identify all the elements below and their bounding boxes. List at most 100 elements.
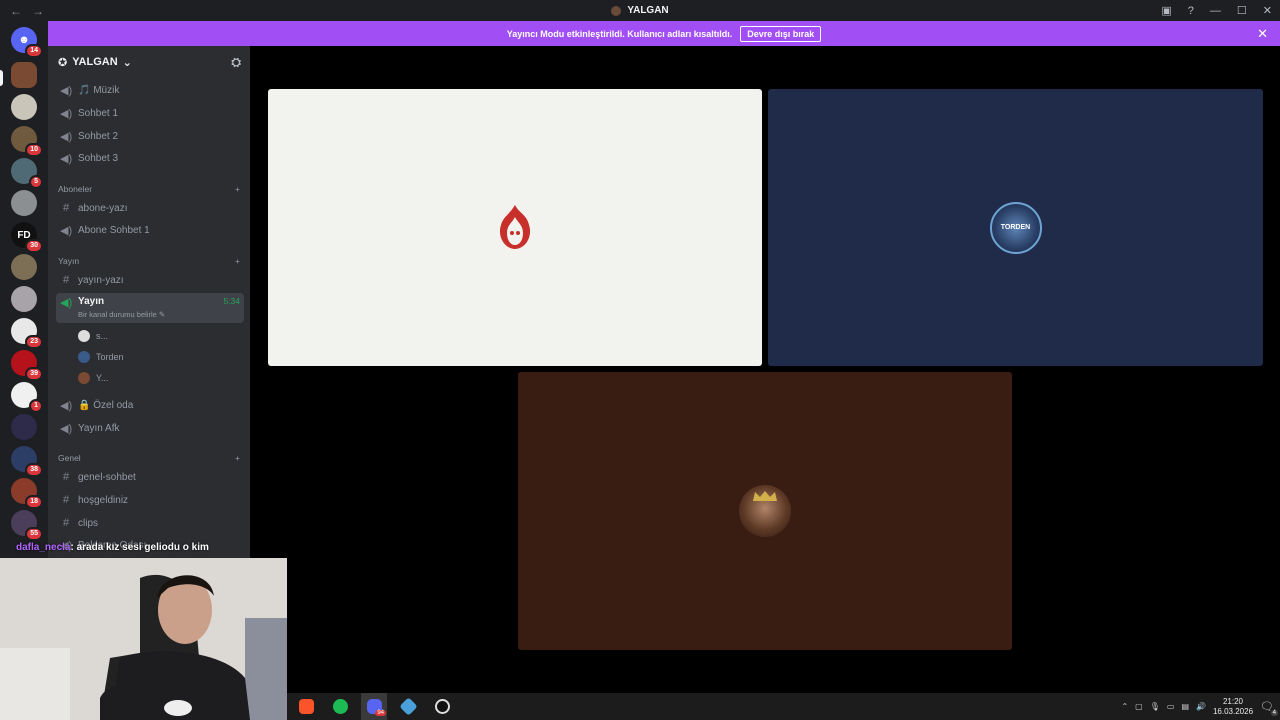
channel-label: genel-sohbet	[78, 471, 136, 483]
participant-tile[interactable]: TORDEN	[768, 89, 1263, 366]
text-channel[interactable]: # yayın-yazı	[56, 270, 244, 290]
hashtag-icon: #	[62, 274, 70, 286]
speaker-icon: ◀)	[60, 84, 73, 97]
server-item[interactable]: 18	[11, 478, 43, 509]
server-item[interactable]	[11, 286, 37, 312]
server-item[interactable]: 38	[11, 446, 43, 477]
banner-close-icon[interactable]: ✕	[1257, 26, 1268, 42]
guild-header[interactable]: ✪ YALGAN ⌄ ⛭	[48, 46, 250, 78]
channel-label: 🔒 Özel oda	[78, 399, 134, 411]
category-genel[interactable]: Genel +	[58, 453, 240, 463]
channel-label: clips	[78, 517, 99, 529]
hashtag-icon: #	[62, 471, 70, 483]
obs-icon[interactable]	[429, 693, 455, 720]
speaker-icon: ◀)	[60, 422, 73, 435]
app-icon[interactable]	[395, 693, 421, 720]
voice-channel[interactable]: ◀) Yayın Afk	[56, 418, 244, 438]
active-voice-channel[interactable]: ◀) Yayın Bir kanal durumu belirle ✎ 5:34	[56, 293, 244, 323]
text-channel[interactable]: # genel-sohbet	[56, 467, 244, 487]
channel-label: Yayın Afk	[78, 422, 120, 434]
category-label: Yayın	[58, 256, 80, 266]
server-item[interactable]	[11, 190, 37, 216]
crowned-man-avatar-icon	[739, 485, 791, 537]
server-badge: 30	[25, 239, 43, 253]
server-rail: ☻ 14 10 5 FD 30 23 39 1 38 18 55	[0, 21, 48, 561]
chat-username: dafla_necla	[16, 542, 71, 553]
help-icon[interactable]: ?	[1188, 5, 1194, 17]
category-label: Genel	[58, 453, 81, 463]
add-channel-icon[interactable]: +	[235, 256, 240, 266]
guild-badge-icon: ✪	[58, 56, 68, 69]
network-icon[interactable]: ▤	[1181, 702, 1189, 711]
server-item[interactable]	[11, 254, 37, 280]
server-item[interactable]: 5	[11, 158, 43, 189]
speaker-icon: ◀)	[60, 107, 73, 120]
voice-channel[interactable]: ◀) 🎵 Müzik	[56, 80, 244, 100]
title-bar: ← → YALGAN ▣ ? — ☐ ✕	[0, 0, 1280, 21]
flame-skull-avatar-icon	[489, 202, 541, 254]
server-badge: 55	[25, 527, 43, 541]
text-channel[interactable]: # hoşgeldiniz	[56, 490, 244, 510]
text-channel[interactable]: # clips	[56, 513, 244, 533]
server-badge: 23	[25, 335, 43, 349]
server-item[interactable]	[11, 94, 37, 120]
voice-user[interactable]: s...	[78, 330, 108, 342]
volume-icon[interactable]: 🔊	[1196, 702, 1206, 711]
clock[interactable]: 21:20 16.03.2026	[1213, 697, 1253, 717]
server-item[interactable]: 10	[11, 126, 43, 157]
user-name: Y...	[96, 373, 109, 383]
invite-icon[interactable]: ⛭	[231, 55, 241, 70]
add-channel-icon[interactable]: +	[235, 184, 240, 194]
server-item[interactable]	[11, 414, 37, 440]
spotify-icon[interactable]	[327, 693, 353, 720]
maximize-button[interactable]: ☐	[1237, 4, 1247, 17]
voice-user[interactable]: Y...	[78, 372, 108, 384]
close-button[interactable]: ✕	[1263, 4, 1272, 17]
voice-channel[interactable]: ◀) Sohbet 1	[56, 103, 244, 123]
category-aboneler[interactable]: Aboneler +	[58, 184, 240, 194]
voice-channel[interactable]: ◀) Sohbet 2	[56, 126, 244, 146]
server-item[interactable]: 55	[11, 510, 43, 541]
speaker-icon: ◀)	[60, 399, 73, 412]
voice-user[interactable]: Torden	[78, 351, 124, 363]
streamer-mode-banner: Yayıncı Modu etkinleştirildi. Kullanıcı …	[48, 21, 1280, 46]
channel-label: Sohbet 1	[78, 107, 119, 119]
chevron-up-icon[interactable]: ⌃	[1121, 702, 1128, 711]
microphone-icon[interactable]: 🎙	[1150, 702, 1160, 711]
channel-label: 🎵 Müzik	[78, 84, 120, 96]
server-item[interactable]: 1	[11, 382, 43, 413]
speaker-icon: ◀)	[60, 152, 73, 165]
channel-label: abone-yazı	[78, 202, 128, 214]
server-item[interactable]: 39	[11, 350, 43, 381]
windows-taskbar: 94 ⌃ ▢ 🎙 ▭ ▤ 🔊 21:20 16.03.2026 🗨 4	[287, 693, 1280, 720]
inbox-icon[interactable]: ▣	[1161, 4, 1171, 17]
add-channel-icon[interactable]: +	[235, 453, 240, 463]
avatar-text: TORDEN	[1000, 224, 1031, 231]
guild-name: YALGAN	[72, 56, 118, 68]
hashtag-icon: #	[62, 517, 70, 529]
server-item[interactable]: FD 30	[11, 222, 43, 253]
speaker-active-icon: ◀)	[60, 297, 73, 309]
disable-streamer-mode-button[interactable]: Devre dışı bırak	[740, 25, 822, 42]
participant-tile[interactable]	[518, 372, 1012, 650]
text-channel[interactable]: # abone-yazı	[56, 198, 244, 218]
tray-app-icon[interactable]: ▢	[1135, 702, 1143, 711]
participant-tile[interactable]	[268, 89, 762, 366]
server-badge: 39	[25, 367, 43, 381]
category-yayin[interactable]: Yayın +	[58, 256, 240, 266]
server-item[interactable]: 23	[11, 318, 43, 349]
discord-icon[interactable]: 94	[361, 693, 387, 720]
voice-channel[interactable]: ◀) Abone Sohbet 1	[56, 220, 244, 240]
call-timer: 5:34	[223, 296, 240, 306]
discord-badge: 94	[375, 710, 386, 716]
server-yalgan[interactable]	[11, 62, 37, 88]
minimize-button[interactable]: —	[1210, 5, 1221, 17]
notification-icon[interactable]: 🗨 4	[1260, 700, 1278, 716]
channel-status[interactable]: Bir kanal durumu belirle ✎	[78, 310, 244, 319]
brave-icon[interactable]	[293, 693, 319, 720]
voice-channel[interactable]: ◀) Sohbet 3	[56, 148, 244, 168]
display-icon[interactable]: ▭	[1167, 702, 1175, 711]
hashtag-icon: #	[62, 202, 70, 214]
voice-channel[interactable]: ◀) 🔒 Özel oda	[56, 395, 244, 415]
home-button[interactable]: ☻ 14	[11, 27, 43, 58]
